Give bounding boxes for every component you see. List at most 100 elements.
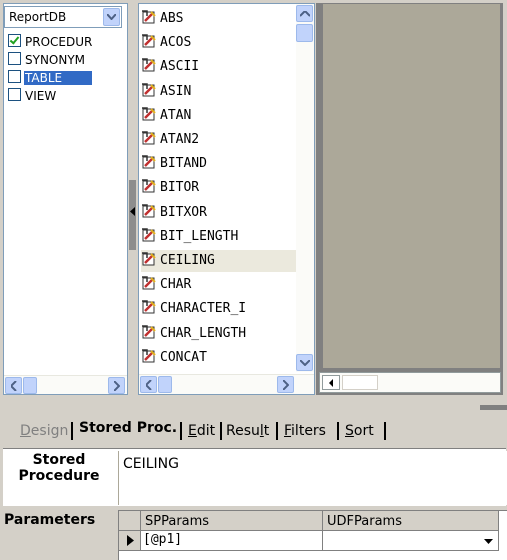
parameters-grid[interactable]: SPParams UDFParams [@p1] [118,510,507,560]
collapse-left-icon[interactable] [130,205,135,219]
scroll-thumb[interactable] [342,375,378,390]
function-name: ABS [160,11,184,26]
stored-procedure-label: Stored Procedure [4,452,114,484]
function-icon [142,131,156,145]
tab-stored-proc[interactable]: Stored Proc. [79,420,177,436]
function-list[interactable]: ABS ACOS ASCII ASIN ATAN ATAN2 BITAND BITOR BITX… [138,3,315,395]
column-header-udfparams[interactable]: UDFParams [323,511,499,531]
function-list-item[interactable]: ACOS [141,32,297,54]
scroll-right-icon[interactable] [277,376,294,393]
function-icon [142,300,156,314]
function-list-item[interactable]: CHARACTER_I [141,298,297,320]
chevron-down-icon[interactable] [103,8,120,26]
tab-sort[interactable]: Sort [345,423,374,439]
tab-filters[interactable]: Filters [284,423,326,439]
function-list-item[interactable]: CONCAT [141,347,297,369]
function-name: CEILING [160,253,215,268]
current-row-icon [127,535,134,546]
tab-separator [276,422,278,440]
function-name: CHAR_LENGTH [160,325,247,341]
function-name: CHAR [160,277,192,293]
tab-edit[interactable]: Edit [188,423,215,439]
function-list-item[interactable]: ASIN [141,81,297,103]
function-list-item[interactable]: BIT_LENGTH [141,226,297,248]
checkbox-row-table[interactable]: TABLE [8,70,93,87]
function-icon [142,34,156,48]
function-list-horizontal-scrollbar[interactable] [139,374,314,394]
scroll-thumb[interactable] [23,377,37,394]
function-name: ACOS [160,35,192,51]
scroll-thumb[interactable] [296,24,313,42]
function-list-item[interactable]: CEILING [141,250,297,272]
function-list-item[interactable]: ATAN2 [141,129,297,151]
checkbox-label: VIEW [25,89,57,103]
checkbox-row-view[interactable]: VIEW [8,88,57,105]
checkbox[interactable] [8,34,21,47]
database-select-value: ReportDB [9,10,67,24]
row-header-corner [119,511,141,531]
scroll-left-icon[interactable] [140,376,157,393]
function-name: CONCAT [160,349,207,365]
function-icon [142,82,156,97]
function-list-item[interactable]: BITAND [141,153,297,175]
tab-bar: Design Stored Proc. Edit Result Filters … [0,414,507,442]
function-list-item[interactable]: CHAR [141,274,297,296]
scroll-left-icon[interactable] [322,375,340,390]
tab-result[interactable]: Result [226,423,269,439]
scroll-up-icon[interactable] [296,5,313,22]
tab-separator [220,422,222,440]
scroll-left-icon[interactable] [5,377,22,394]
function-list-item[interactable]: BITXOR [141,202,297,224]
tab-separator [180,422,182,440]
checkbox[interactable] [8,88,21,101]
grid-cell-spparams[interactable]: [@p1] [141,531,323,551]
checkbox-label: PROCEDUR [25,35,93,49]
function-icon [142,58,156,72]
function-icon [142,252,156,266]
grid-cell-udfparams[interactable] [323,531,499,551]
function-icon [142,349,156,363]
scroll-right-icon[interactable] [108,377,125,394]
label-line: Stored [32,452,86,468]
function-icon [142,228,156,242]
function-name: BIT_LENGTH [160,228,239,244]
tab-design[interactable]: Design [20,423,68,439]
database-select[interactable]: ReportDB [4,6,122,28]
function-list-item[interactable]: ASCII [141,56,297,78]
function-icon [142,10,156,24]
tab-separator [384,422,386,440]
tab-separator [71,422,73,440]
function-list-item[interactable]: CHAR_LENGTH [141,323,297,345]
label-line: Procedure [18,468,100,484]
function-icon [142,276,156,290]
function-name: BITOR [160,180,200,196]
checkbox[interactable] [8,52,21,65]
checkbox-row-procedure[interactable]: PROCEDUR [8,34,93,51]
function-list-vertical-scrollbar[interactable] [296,4,314,372]
checkbox-label: TABLE [24,71,93,85]
tab-separator [337,422,339,440]
function-list-item[interactable]: ATAN [141,105,297,127]
preview-horizontal-scrollbar[interactable] [319,372,501,393]
stored-procedure-field[interactable]: CEILING [118,451,507,505]
function-icon [142,324,156,339]
function-list-item[interactable]: BITOR [141,177,297,199]
row-header[interactable] [119,531,141,551]
horizontal-splitter[interactable] [0,397,507,411]
checkbox-row-synonym[interactable]: SYNONYM [8,52,86,69]
function-name: ASCII [160,59,200,75]
left-horizontal-scrollbar[interactable] [4,375,127,394]
column-header-spparams[interactable]: SPParams [141,511,323,531]
parameters-label: Parameters [4,512,96,528]
checkbox-label: SYNONYM [25,53,86,67]
function-icon [142,179,156,193]
dropdown-arrow-icon[interactable] [484,539,493,544]
splitter-grip[interactable] [480,405,507,410]
checkbox[interactable] [8,70,21,83]
scroll-down-icon[interactable] [296,354,313,371]
function-name: ATAN [160,107,192,123]
function-name: CHARACTER_I [160,301,247,317]
function-icon [142,203,156,218]
function-list-item[interactable]: ABS [141,8,297,30]
scroll-thumb[interactable] [158,376,172,393]
